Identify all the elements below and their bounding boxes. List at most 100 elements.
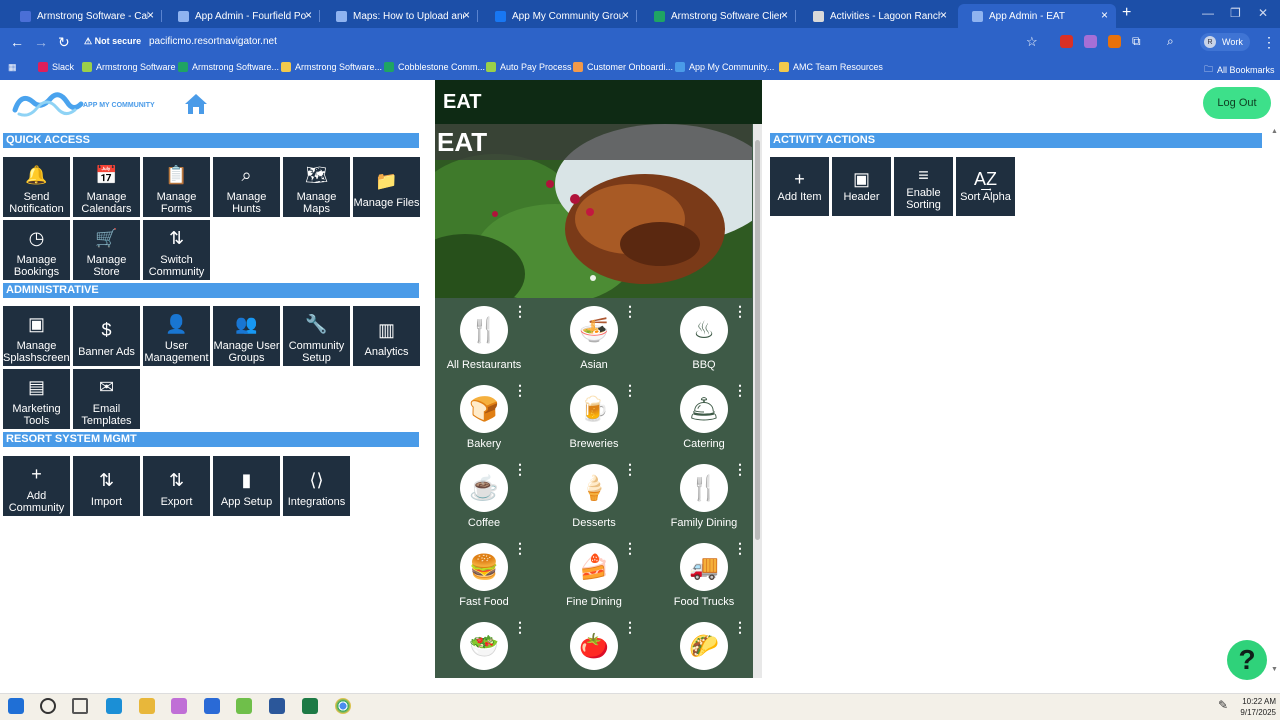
bookmark-item[interactable]: Slack: [38, 62, 74, 72]
item-menu-kebab-icon[interactable]: ⋮: [513, 383, 527, 397]
back-icon[interactable]: ←: [10, 34, 24, 50]
extension-icon[interactable]: [1060, 35, 1073, 48]
tab-close-icon[interactable]: ×: [1101, 8, 1108, 22]
bookmark-item[interactable]: App My Community...: [675, 62, 774, 72]
item-menu-kebab-icon[interactable]: ⋮: [733, 462, 747, 476]
category-item[interactable]: 🍺 ⋮ Breweries: [539, 383, 649, 463]
star-icon[interactable]: ☆: [1026, 34, 1038, 50]
tile-marketing-tools[interactable]: ▤ Marketing Tools: [3, 369, 70, 429]
item-menu-kebab-icon[interactable]: ⋮: [623, 541, 637, 555]
hero-image[interactable]: EAT: [435, 124, 752, 298]
action-header[interactable]: ▣ Header: [832, 157, 891, 216]
tile-integrations[interactable]: ⟨⟩ Integrations: [283, 456, 350, 516]
file-explorer-icon[interactable]: [139, 698, 155, 714]
tab-close-icon[interactable]: ×: [622, 8, 629, 22]
extension-icon[interactable]: [1108, 35, 1121, 48]
notepad-icon[interactable]: [236, 698, 252, 714]
pen-icon[interactable]: ✎: [1218, 698, 1234, 714]
apps-grid-icon[interactable]: ▦: [8, 62, 17, 73]
bookmark-item[interactable]: Armstrong Software...: [281, 62, 382, 72]
category-item[interactable]: 🍴 ⋮ All Restaurants: [435, 304, 539, 384]
category-item[interactable]: 🚚 ⋮ Food Trucks: [649, 541, 759, 621]
tab-close-icon[interactable]: ×: [781, 8, 788, 22]
tile-manage-hunts[interactable]: ⌕ Manage Hunts: [213, 157, 280, 217]
tile-send-notification[interactable]: 🔔 Send Notification: [3, 157, 70, 217]
browser-tab[interactable]: Maps: How to Upload and Ann×: [322, 4, 478, 28]
reload-icon[interactable]: ↻: [58, 34, 70, 51]
profile-button[interactable]: R Work: [1200, 33, 1250, 51]
extension-icon[interactable]: [1084, 35, 1097, 48]
item-menu-kebab-icon[interactable]: ⋮: [733, 620, 747, 634]
tile-community-setup[interactable]: 🔧 Community Setup: [283, 306, 350, 366]
item-menu-kebab-icon[interactable]: ⋮: [513, 462, 527, 476]
extensions-puzzle-icon[interactable]: ⧉: [1132, 34, 1141, 49]
item-menu-kebab-icon[interactable]: ⋮: [623, 304, 637, 318]
url-text[interactable]: pacificmo.resortnavigator.net: [149, 36, 277, 47]
tile-app-setup[interactable]: ▮ App Setup: [213, 456, 280, 516]
category-item[interactable]: 🍴 ⋮ Family Dining: [649, 462, 759, 542]
item-menu-kebab-icon[interactable]: ⋮: [513, 620, 527, 634]
category-item[interactable]: 🍰 ⋮ Fine Dining: [539, 541, 649, 621]
tab-close-icon[interactable]: ×: [147, 8, 154, 22]
category-item[interactable]: 🍜 ⋮ Asian: [539, 304, 649, 384]
tile-manage-splashscreens[interactable]: ▣ Manage Splashscreens: [3, 306, 75, 366]
windows-start-icon[interactable]: [8, 698, 24, 714]
minimize-icon[interactable]: —: [1202, 6, 1214, 20]
category-item[interactable]: ♨ ⋮ BBQ: [649, 304, 759, 384]
browser-tab[interactable]: App Admin - EAT ×: [958, 4, 1116, 28]
category-item[interactable]: 🥗 ⋮: [435, 620, 539, 678]
bookmark-item[interactable]: Customer Onboardi...: [573, 62, 673, 72]
forward-icon[interactable]: →: [34, 34, 48, 50]
search-icon[interactable]: [40, 698, 56, 714]
browser-tab[interactable]: App My Community Group | Fa×: [481, 4, 637, 28]
tile-manage-forms[interactable]: 📋 Manage Forms: [143, 157, 210, 217]
category-item[interactable]: 🛎 ⋮ Catering: [649, 383, 759, 463]
tab-close-icon[interactable]: ×: [305, 8, 312, 22]
preview-scroll-thumb[interactable]: [755, 140, 760, 540]
tile-export[interactable]: ⇅ Export: [143, 456, 210, 516]
item-menu-kebab-icon[interactable]: ⋮: [623, 462, 637, 476]
tab-close-icon[interactable]: ×: [940, 8, 947, 22]
tile-user-management[interactable]: 👤 User Management: [143, 306, 210, 366]
bookmark-item[interactable]: Auto Pay Process: [486, 62, 572, 72]
chrome-icon[interactable]: [335, 698, 351, 714]
tile-import[interactable]: ⇅ Import: [73, 456, 140, 516]
category-item[interactable]: 🌮 ⋮: [649, 620, 759, 678]
home-icon[interactable]: [183, 92, 209, 116]
excel-icon[interactable]: [302, 698, 318, 714]
logout-button[interactable]: Log Out: [1203, 87, 1271, 119]
security-badge[interactable]: ⚠ Not secure: [84, 36, 141, 47]
action-enable-sorting[interactable]: ≡ Enable Sorting: [894, 157, 953, 216]
page-scrollbar[interactable]: ▲ ▼: [1270, 128, 1278, 676]
bookmark-item[interactable]: Cobblestone Comm...: [384, 62, 485, 72]
help-button[interactable]: ?: [1227, 640, 1267, 680]
item-menu-kebab-icon[interactable]: ⋮: [623, 620, 637, 634]
bookmark-item[interactable]: Armstrong Software...: [178, 62, 279, 72]
app-logo[interactable]: APP MY COMMUNITY: [11, 88, 171, 120]
tile-add-community[interactable]: + Add Community: [3, 456, 70, 516]
store-icon[interactable]: [204, 698, 220, 714]
word-icon[interactable]: [269, 698, 285, 714]
item-menu-kebab-icon[interactable]: ⋮: [733, 304, 747, 318]
tile-analytics[interactable]: ▥ Analytics: [353, 306, 420, 366]
category-item[interactable]: 🍦 ⋮ Desserts: [539, 462, 649, 542]
tile-manage-store[interactable]: 🛒 Manage Store: [73, 220, 140, 280]
tile-email-templates[interactable]: ✉ Email Templates: [73, 369, 140, 429]
browser-tab[interactable]: App Admin - Fourfield Pond RV×: [164, 4, 320, 28]
category-item[interactable]: 🍅 ⋮: [539, 620, 649, 678]
item-menu-kebab-icon[interactable]: ⋮: [733, 383, 747, 397]
edge-icon[interactable]: [106, 698, 122, 714]
copilot-icon[interactable]: [171, 698, 187, 714]
tile-switch-community[interactable]: ⇅ Switch Community: [143, 220, 210, 280]
category-item[interactable]: 🍞 ⋮ Bakery: [435, 383, 539, 463]
restore-icon[interactable]: ❐: [1230, 6, 1241, 20]
tile-banner-ads[interactable]: $ Banner Ads: [73, 306, 140, 366]
tile-manage-calendars[interactable]: 📅 Manage Calendars: [73, 157, 140, 217]
bookmark-item[interactable]: Armstrong Software: [82, 62, 176, 72]
browser-tab[interactable]: Activities - Lagoon Ranch Luxu×: [799, 4, 955, 28]
menu-kebab-icon[interactable]: ⋮: [1262, 34, 1276, 51]
action-add-item[interactable]: + Add Item: [770, 157, 829, 216]
item-menu-kebab-icon[interactable]: ⋮: [623, 383, 637, 397]
system-clock[interactable]: 10:22 AM 9/17/2025: [1236, 696, 1276, 718]
item-menu-kebab-icon[interactable]: ⋮: [513, 541, 527, 555]
